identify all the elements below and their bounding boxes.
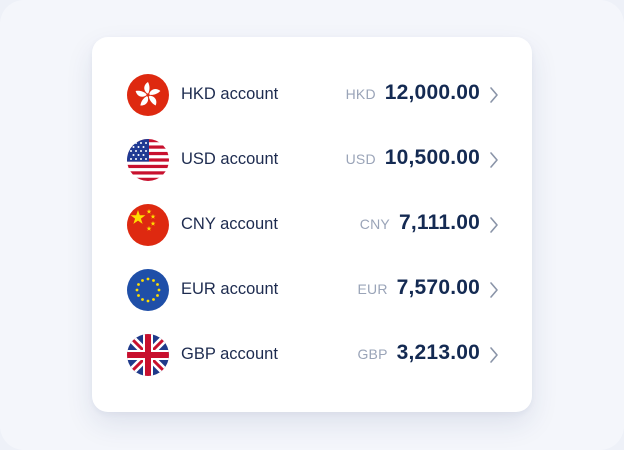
account-row-usd[interactable]: USD account USD 10,500.00 bbox=[92, 134, 532, 186]
account-row-cny[interactable]: CNY account CNY 7,111.00 bbox=[92, 199, 532, 251]
balance-amount: 10,500.00 bbox=[384, 146, 480, 169]
currency-code: HKD bbox=[345, 86, 376, 102]
account-name: HKD account bbox=[181, 85, 279, 103]
balance: GBP 3,213.00 bbox=[357, 341, 480, 369]
account-name: CNY account bbox=[181, 215, 278, 233]
balance: EUR 7,570.00 bbox=[357, 276, 480, 304]
chevron-right-icon[interactable] bbox=[489, 150, 499, 170]
currency-code: EUR bbox=[357, 281, 388, 297]
account-name: GBP account bbox=[181, 345, 278, 363]
balance: CNY 7,111.00 bbox=[360, 211, 480, 239]
account-name: EUR account bbox=[181, 280, 279, 298]
accounts-card: HKD account HKD 12,000.00 USD account US… bbox=[92, 37, 532, 412]
balance-amount: 3,213.00 bbox=[396, 341, 480, 364]
currency-code: CNY bbox=[359, 216, 390, 232]
balance-amount: 7,111.00 bbox=[398, 211, 480, 234]
account-name: USD account bbox=[181, 150, 279, 168]
balance: USD 10,500.00 bbox=[346, 146, 480, 174]
chevron-right-icon[interactable] bbox=[489, 85, 499, 105]
account-row-hkd[interactable]: HKD account HKD 12,000.00 bbox=[92, 69, 532, 121]
hong-kong-flag-icon bbox=[127, 74, 169, 116]
currency-code: USD bbox=[345, 151, 376, 167]
chevron-right-icon[interactable] bbox=[489, 345, 499, 365]
currency-code: GBP bbox=[357, 346, 388, 362]
united-states-flag-icon bbox=[127, 139, 169, 181]
united-kingdom-flag-icon bbox=[127, 334, 169, 376]
account-row-eur[interactable]: EUR account EUR 7,570.00 bbox=[92, 264, 532, 316]
european-union-flag-icon bbox=[127, 269, 169, 311]
chevron-right-icon[interactable] bbox=[489, 280, 499, 300]
chevron-right-icon[interactable] bbox=[489, 215, 499, 235]
china-flag-icon bbox=[127, 204, 169, 246]
balance: HKD 12,000.00 bbox=[346, 81, 480, 109]
balance-amount: 12,000.00 bbox=[384, 81, 480, 104]
balance-amount: 7,570.00 bbox=[396, 276, 480, 299]
account-row-gbp[interactable]: GBP account GBP 3,213.00 bbox=[92, 329, 532, 381]
